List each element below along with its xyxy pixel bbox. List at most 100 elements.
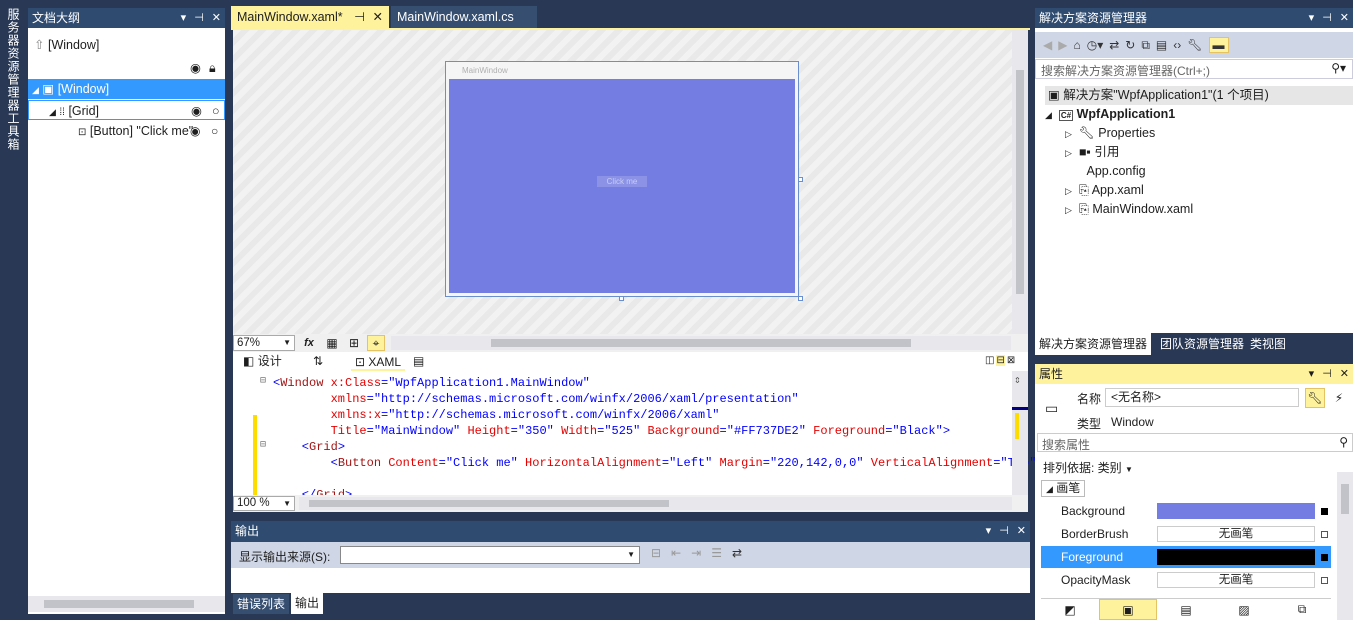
outline-item-window[interactable]: ◢ ▣ [Window] [28,79,225,99]
expand-triangle-icon[interactable]: ▷ [1065,148,1072,158]
properties-wrench-icon[interactable]: 🔧︎ [1305,388,1325,408]
code-vscrollbar[interactable]: ⇕ [1012,371,1028,495]
collapse-icon[interactable]: ⊟ [260,375,266,387]
prop-row-foreground[interactable]: Foreground [1041,546,1331,568]
popup-xaml-icon[interactable]: ▤ [413,352,424,371]
view-code-icon[interactable]: ‹› [1173,38,1181,52]
tree-item-references[interactable]: ▷ ■▪ 引用 [1065,143,1119,162]
close-icon[interactable]: ✕ [1017,521,1026,542]
design-canvas[interactable]: MainWindow Click me [233,30,1028,334]
code-line[interactable]: <Grid> [273,439,345,455]
eye-icon[interactable]: ◉ [190,58,201,78]
preview-icon[interactable]: ▬ [1208,37,1229,53]
dropdown-icon[interactable]: ▾ [986,521,992,542]
close-icon[interactable]: ✕ [212,8,221,28]
code-line[interactable]: <Button Content="Click me" HorizontalAli… [273,455,1037,471]
fx-button[interactable]: fx [299,335,319,351]
history-icon[interactable]: ◷▾ [1087,38,1104,52]
tab-mainwindow-xaml-cs[interactable]: MainWindow.xaml.cs [391,6,537,28]
collapse-triangle-icon[interactable]: ◢ [32,85,39,95]
properties-vscrollbar[interactable] [1337,472,1353,620]
output-source-select[interactable]: ▼ [340,546,640,564]
resize-handle[interactable] [798,177,803,182]
search-icon[interactable]: ⚲▾ [1331,61,1346,75]
code-line[interactable]: xmlns="http://schemas.microsoft.com/winf… [273,391,799,407]
outline-item-button[interactable]: ⊡ [Button] "Click me" [28,121,194,141]
swap-panes-button[interactable]: ⇅ [313,352,323,371]
prop-value[interactable]: 无画笔 [1157,572,1315,588]
solution-search-input[interactable]: 搜索解决方案资源管理器(Ctrl+;) ⚲▾ [1035,59,1353,79]
tree-item-app-xaml[interactable]: ▷ ⎘ App.xaml [1065,181,1144,200]
pin-icon[interactable]: ⊣ [194,8,204,28]
back-icon[interactable]: ◀ [1043,38,1052,52]
resource-brush-icon[interactable]: ⧉ [1273,599,1331,620]
zoom-dropdown[interactable]: 67% ▼ [233,335,295,351]
home-icon[interactable]: ⌂ [1073,38,1080,52]
goto-next-icon[interactable]: ⇥ [691,546,701,560]
tab-mainwindow-xaml[interactable]: MainWindow.xaml* ⊣ ✕ [231,6,389,28]
collapse-pane-icon[interactable]: ⊠ [1007,355,1015,366]
expand-triangle-icon[interactable]: ▷ [1065,205,1072,215]
advanced-marker[interactable] [1321,531,1328,538]
tab-error-list[interactable]: 错误列表 [233,594,290,614]
search-icon[interactable]: ⚲ [1339,435,1348,449]
outline-item-grid[interactable]: ◢ ⁞⁞ [Grid] ◉ ○ [28,100,225,120]
canvas-hscrollbar[interactable] [391,336,1011,350]
eye-icon[interactable]: ◉ [191,101,202,119]
pin-icon[interactable]: ⊣ [1322,364,1332,384]
advanced-marker[interactable] [1321,554,1328,561]
pin-icon[interactable]: ⊣ [1322,8,1332,28]
lock-icon[interactable]: 🔒︎ [209,58,216,78]
canvas-vscrollbar[interactable] [1012,30,1028,334]
advanced-marker[interactable] [1321,577,1328,584]
vertical-split-icon[interactable]: ◫ [985,355,994,366]
tree-item-app-config[interactable]: App.config [1065,162,1145,181]
image-brush-icon[interactable]: ▨ [1215,599,1273,620]
prop-value[interactable]: 无画笔 [1157,526,1315,542]
sort-by-dropdown[interactable]: 排列依据: 类别 ▼ [1043,459,1133,476]
sync-icon[interactable]: ⇄ [1109,38,1119,52]
advanced-marker[interactable] [1321,508,1328,515]
close-icon[interactable]: ✕ [1340,364,1349,384]
name-input[interactable]: <无名称> [1105,388,1299,407]
outline-root-row[interactable]: ⇧ [Window] [28,35,225,55]
collapse-icon[interactable]: ⊟ [260,439,266,451]
code-line[interactable]: xmlns:x="http://schemas.microsoft.com/wi… [273,407,720,423]
resize-handle[interactable] [798,296,803,301]
forward-icon[interactable]: ▶ [1058,38,1067,52]
pin-icon[interactable]: ⊣ [354,6,365,28]
solution-root-row[interactable]: ▣ 解决方案"WpfApplication1"(1 个项目) [1045,86,1353,105]
tab-xaml[interactable]: ⊡ XAML [351,354,406,371]
code-line[interactable]: <Window x:Class="WpfApplication1.MainWin… [273,375,590,391]
expand-triangle-icon[interactable]: ▷ [1065,129,1072,139]
dropdown-icon[interactable]: ▾ [181,8,187,28]
collapse-all-icon[interactable]: ⧉ [1141,38,1150,53]
background-color-swatch[interactable] [1157,503,1315,519]
dropdown-icon[interactable]: ▾ [1309,8,1315,28]
word-wrap-icon[interactable]: ⇄ [732,546,742,560]
horizontal-split-icon[interactable]: ⊟ [996,355,1005,366]
tree-item-properties[interactable]: ▷ 🔧︎ Properties [1065,124,1155,143]
outline-hscrollbar[interactable] [28,596,225,612]
tab-output[interactable]: 输出 [291,593,324,614]
circle-icon[interactable]: ○ [211,121,218,141]
split-icon[interactable]: ⇕ [1014,373,1021,387]
gradient-brush-icon[interactable]: ▤ [1157,599,1215,620]
goto-prev-icon[interactable]: ⇤ [671,546,681,560]
find-in-output-icon[interactable]: ⊟ [651,546,661,560]
circle-icon[interactable]: ○ [212,101,220,119]
grid-toggle-icon[interactable]: ▦ [323,335,341,351]
properties-wrench-icon[interactable]: 🔧︎ [1187,38,1202,52]
window-content-area[interactable]: Click me [449,79,795,293]
toolbox-tab[interactable]: 工具箱 [4,112,22,151]
code-zoom-dropdown[interactable]: 100 % ▼ [233,496,295,511]
resize-handle[interactable] [619,296,624,301]
collapse-triangle-icon[interactable]: ◢ [1045,110,1052,120]
snap-grid-icon[interactable]: ⊞ [345,335,363,351]
properties-search-input[interactable]: 搜索属性 ⚲ [1037,433,1353,452]
close-icon[interactable]: ✕ [1340,8,1349,28]
project-row[interactable]: ◢ C# WpfApplication1 [1045,105,1175,124]
code-hscrollbar[interactable] [299,497,1012,510]
expand-triangle-icon[interactable]: ▷ [1065,186,1072,196]
xaml-code-editor[interactable]: ⊟ ⊟ <Window x:Class="WpfApplication1.Mai… [233,371,1036,512]
